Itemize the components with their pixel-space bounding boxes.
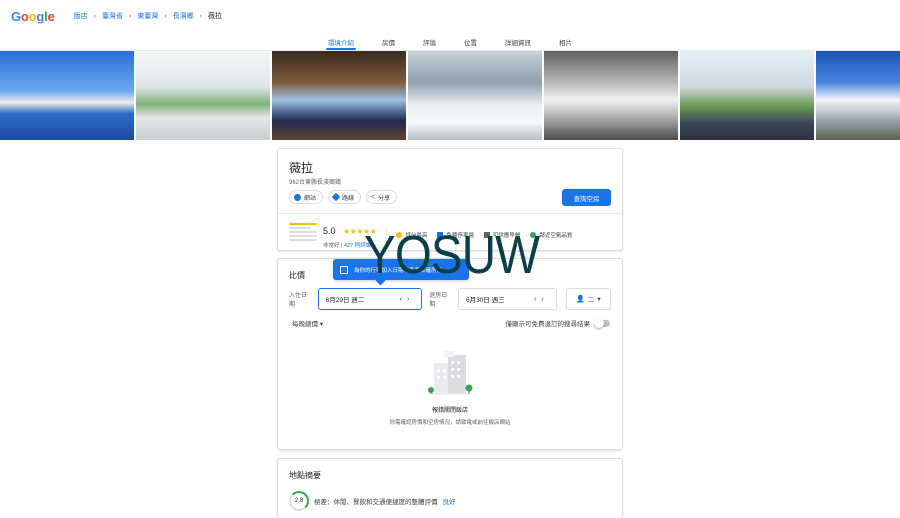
empty-state-subtitle: 你需確認房價和空房情況，請致電或前往飯店網站 [389,420,511,426]
location-link[interactable]: 良好 [443,496,456,506]
per-night-dropdown[interactable]: 每晚總價 ▾ [292,318,323,328]
chevron-right-icon: › [199,12,202,20]
breadcrumb-region[interactable]: 東臺灣 [137,11,158,21]
date-arrows-icon[interactable]: ‹› [400,296,415,303]
hotel-photo-bedroom[interactable] [136,51,270,140]
rating-score: 5.0 [323,226,336,236]
calendar-icon [340,265,348,274]
tab-photos[interactable]: 相片 [559,33,572,50]
hotel-address: 962台東縣長濱鄉鐵 [289,180,342,186]
hotel-photo-bathroom[interactable] [408,51,542,140]
hotel-photo-window[interactable] [544,51,678,140]
checkin-label: 入住日期 [289,293,308,308]
price-options-row: 每晚總價 ▾ 僅顯示可免費退訂的搜尋結果 [292,318,610,328]
photo-strip [0,51,900,140]
directions-button[interactable]: 路線 [328,190,362,204]
section-tabs: 環境介紹 房價 評論 位置 詳細資訊 相片 [0,33,900,51]
free-cancel-toggle-row[interactable]: 僅顯示可免費退訂的搜尋結果 [506,318,610,328]
section-title: 地點摘要 [289,471,321,480]
breadcrumb: 飯店 › 臺灣省 › 東臺灣 › 長濱鄉 › 薇拉 [74,11,222,21]
date-selector-row: 入住日期 6月29日 週二 ‹› 退房日期 6月30日 週三 ‹› 👤 二 ▾ [289,288,612,310]
chevron-down-icon: ▾ [597,296,601,303]
date-arrows-icon[interactable]: ‹› [534,296,549,303]
breadcrumb-hotels[interactable]: 飯店 [74,11,88,21]
directions-icon [331,192,341,202]
share-button[interactable]: < 分享 [366,190,398,204]
breadcrumb-province[interactable]: 臺灣省 [102,11,123,21]
empty-state-title: 報錯關閉飯店 [431,408,468,414]
guest-selector[interactable]: 👤 二 ▾ [565,288,612,310]
breadcrumb-current: 薇拉 [208,13,222,20]
share-icon: < [371,193,376,201]
hotel-photo-lounge[interactable] [272,51,406,140]
location-score-row: 2.8 極差：休閒、餐飲和交通便捷度的整體評價 良好 [289,491,456,511]
globe-icon [294,193,301,201]
check-availability-button[interactable]: 查詢空房 [562,189,611,206]
hotel-photo-guests[interactable] [680,51,814,140]
rating-bars [289,223,317,243]
location-score-text: 極差：休閒、餐飲和交通便捷度的整體評價 [314,499,438,506]
chevron-right-icon: › [93,12,96,20]
empty-state: 報錯關閉飯店 你需確認房價和空房情況，請致電或前往飯店網站 [278,341,622,426]
watermark-text: YOSUW [364,225,540,285]
tab-overview[interactable]: 環境介紹 [326,33,356,50]
person-icon: 👤 [576,296,585,303]
website-button[interactable]: 網站 [289,190,324,204]
closed-building-illustration [428,351,473,395]
section-title: 比價 [289,271,305,280]
tab-prices[interactable]: 房價 [382,33,395,50]
free-cancel-toggle[interactable] [594,318,610,328]
chevron-right-icon: › [128,12,132,20]
divider [278,213,622,214]
location-summary-card: 地點摘要 2.8 極差：休閒、餐飲和交通便捷度的整體評價 良好 [277,458,623,518]
tab-reviews[interactable]: 評論 [423,33,436,50]
hotel-actions: 網站 路線 < 分享 [289,190,398,204]
hotel-photo-exterior-pool[interactable] [0,51,134,140]
hotel-photo-building[interactable] [816,51,900,140]
checkout-label: 退房日期 [429,293,448,308]
hotel-name: 薇拉 [289,161,314,175]
tab-location[interactable]: 位置 [464,33,477,50]
caret-down-icon: ▾ [319,321,324,328]
top-bar: Google 飯店 › 臺灣省 › 東臺灣 › 長濱鄉 › 薇拉 [0,0,900,32]
google-logo[interactable]: Google [11,9,55,24]
checkout-date-field[interactable]: 6月30日 週三 ‹› [457,288,557,310]
price-comparison-card: 比價 為你的行程加入日期以查看準確房價 入住日期 6月29日 週二 ‹› 退房日… [277,258,623,450]
tab-details[interactable]: 詳細資訊 [505,33,531,50]
location-score-ring: 2.8 [289,491,309,511]
checkin-date-field[interactable]: 6月29日 週二 ‹› [317,288,423,310]
breadcrumb-township[interactable]: 長濱鄉 [173,11,194,21]
chevron-right-icon: › [164,12,167,20]
